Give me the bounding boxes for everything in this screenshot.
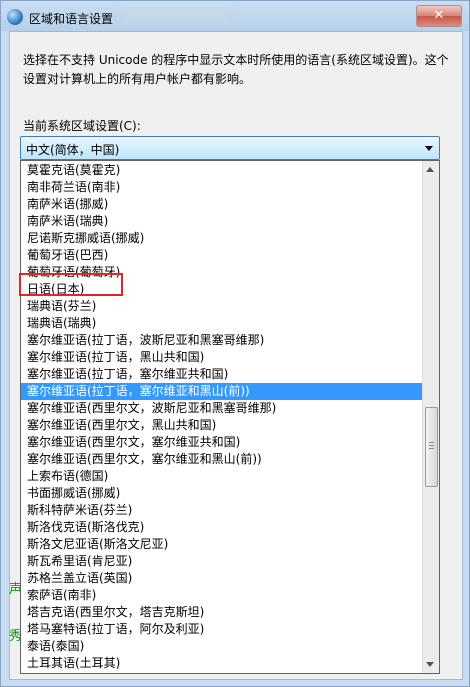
title-bar[interactable]: 区域和语言设置 ✕ [1,1,469,31]
list-item[interactable]: 南非荷兰语(南非) [21,179,423,196]
list-item[interactable]: 斯洛伐克语(斯洛伐克) [21,519,423,536]
window-title: 区域和语言设置 [29,12,114,26]
list-item[interactable]: 塞尔维亚语(西里尔文，塞尔维亚共和国) [21,434,423,451]
list-item[interactable]: 南萨米语(挪威) [21,196,423,213]
scrollbar-thumb[interactable] [425,407,438,487]
list-item[interactable]: 南萨米语(瑞典) [21,213,423,230]
list-item[interactable]: 瑞典语(瑞典) [21,315,423,332]
list-item[interactable]: 瑞典语(芬兰) [21,298,423,315]
list-item[interactable]: 尼诺斯克挪威语(挪威) [21,230,423,247]
chevron-down-icon[interactable] [425,146,433,151]
dropdown-scrollbar[interactable] [422,161,439,673]
title-blurred-area [121,9,231,23]
close-button[interactable]: ✕ [416,5,462,27]
scroll-up-arrow-icon[interactable] [426,167,434,172]
list-item[interactable]: 葡萄牙语(巴西) [21,247,423,264]
list-item[interactable]: 塞尔维亚语(拉丁语，塞尔维亚和黑山(前)) [21,383,423,400]
list-item[interactable]: 上索布语(德国) [21,468,423,485]
list-item[interactable]: 塞尔维亚语(拉丁语，波斯尼亚和黑塞哥维那) [21,332,423,349]
list-item[interactable]: 塔马塞特语(拉丁语，阿尔及利亚) [21,621,423,638]
description-text: 选择在不支持 Unicode 的程序中显示文本时所使用的语言(系统区域设置)。这… [23,53,449,86]
list-item[interactable]: 塞尔维亚语(拉丁语，塞尔维亚共和国) [21,366,423,383]
list-item[interactable]: 莫霍克语(莫霍克) [21,162,423,179]
system-locale-value: 中文(简体，中国) [26,143,120,157]
list-item[interactable]: 塞尔维亚语(西里尔文，塞尔维亚和黑山(前)) [21,451,423,468]
system-locale-combobox[interactable]: 中文(简体，中国) [20,136,440,160]
list-item[interactable]: 苏格兰盖立语(英国) [21,570,423,587]
list-item[interactable]: 塔吉克语(西里尔文，塔吉克斯坦) [21,604,423,621]
list-item[interactable]: 索萨语(南非) [21,587,423,604]
list-item[interactable]: 斯瓦希里语(肯尼亚) [21,553,423,570]
watermark-logo [330,650,460,680]
list-item[interactable]: 塞尔维亚语(拉丁语，黑山共和国) [21,349,423,366]
list-item[interactable]: 斯科特萨米语(芬兰) [21,502,423,519]
list-item[interactable]: 塞尔维亚语(西里尔文，黑山共和国) [21,417,423,434]
grip-icon [429,442,434,443]
close-icon: ✕ [433,8,445,23]
globe-icon [7,9,23,25]
system-locale-label: 当前系统区域设置(C): [23,119,141,133]
list-item[interactable]: 斯洛文尼亚语(斯洛文尼亚) [21,536,423,553]
list-item[interactable]: 书面挪威语(挪威) [21,485,423,502]
list-item[interactable]: 塞尔维亚语(西里尔文，波斯尼亚和黑塞哥维那) [21,400,423,417]
annotation-highlight-box [19,273,123,296]
locale-dropdown-list[interactable]: 莫霍克语(莫霍克) 南非荷兰语(南非) 南萨米语(挪威) 南萨米语(瑞典) 尼诺斯克挪威… [20,160,440,674]
